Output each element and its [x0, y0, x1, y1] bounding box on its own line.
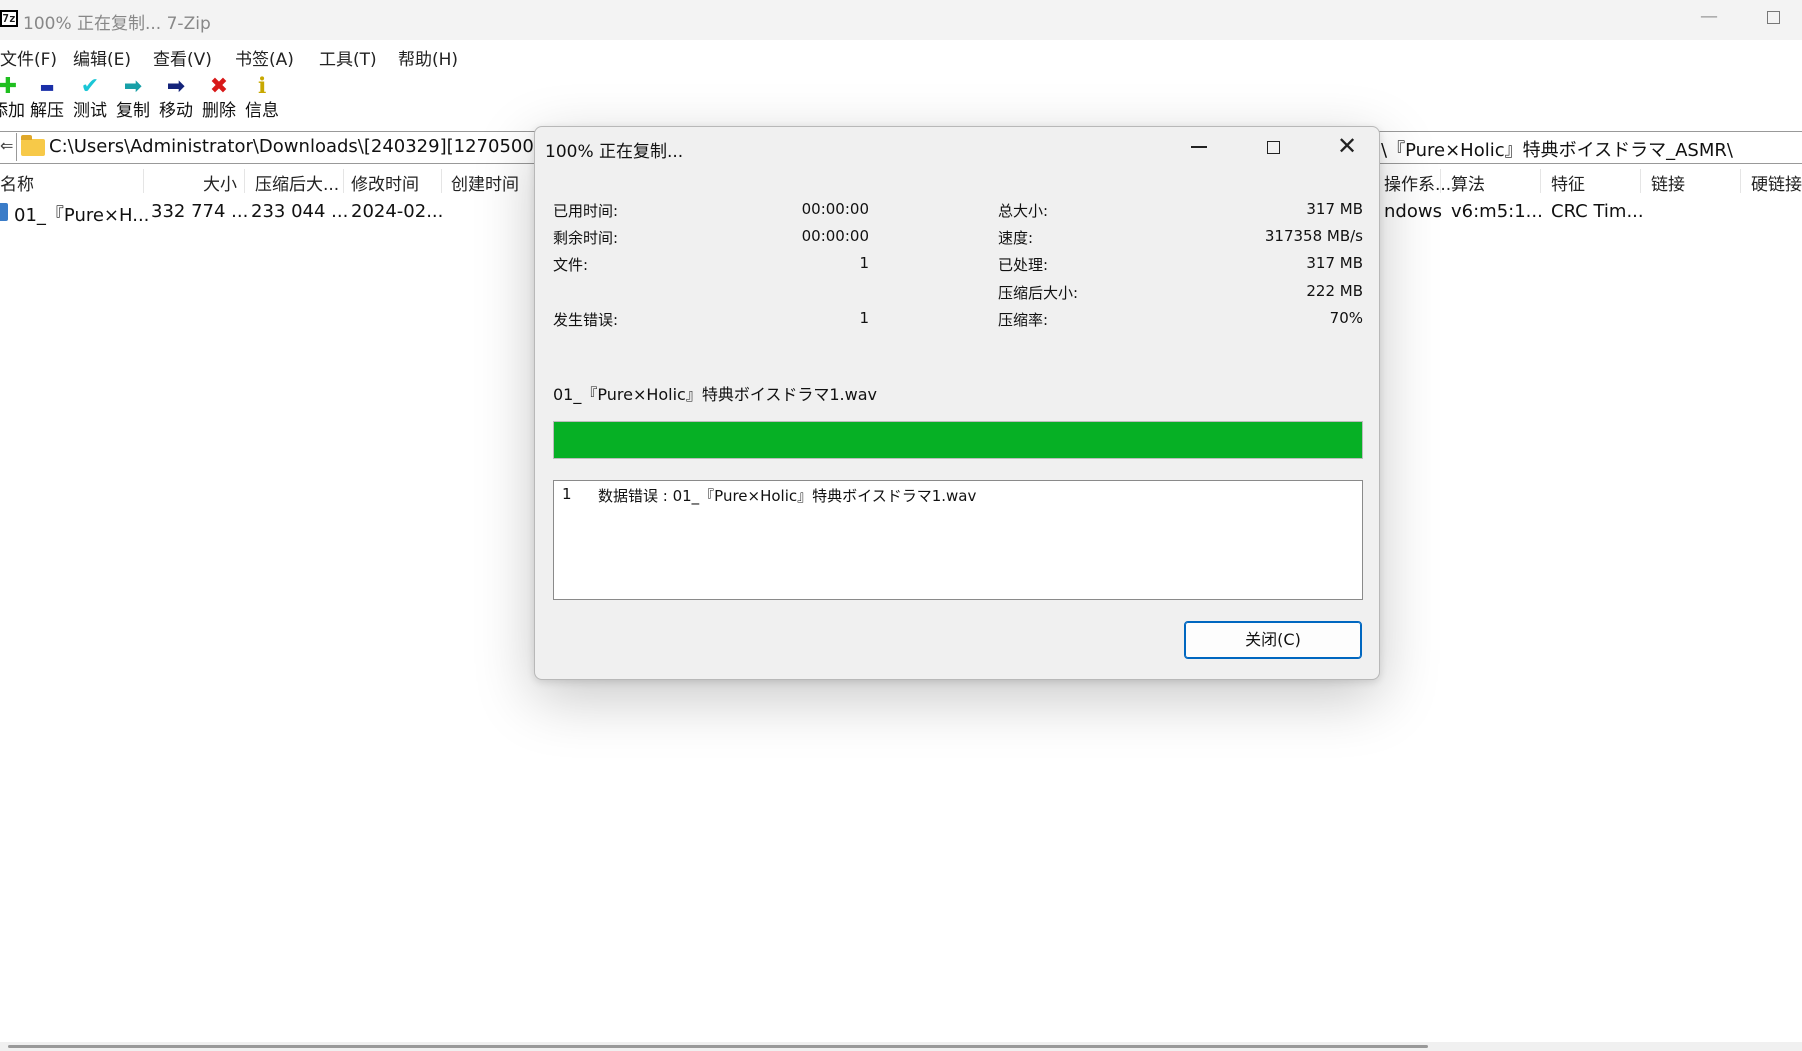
stat-label-remaining: 剩余时间: [553, 229, 619, 247]
cell-characteristics: CRC Tim... [1551, 201, 1644, 222]
column-divider[interactable] [1640, 169, 1641, 193]
column-size[interactable]: 大小 [203, 170, 237, 195]
menu-view[interactable]: 查看(V) [153, 45, 212, 70]
dialog-maximize-button[interactable] [1267, 141, 1280, 154]
copy-progress-dialog: 100% 正在复制... ✕ 已用时间: 00:00:00 剩余时间: 00:0… [534, 126, 1380, 680]
stat-label-processed: 已处理: [998, 256, 1049, 274]
stat-label-elapsed: 已用时间: [553, 202, 619, 220]
test-label: 测试 [73, 101, 107, 121]
error-message: 数据错误 : 01_『Pure×Holic』特典ボイスドラマ1.wav [598, 487, 977, 505]
info-button[interactable]: ℹ 信息 [241, 74, 283, 126]
column-divider[interactable] [1440, 169, 1441, 193]
stat-value-files: 1 [859, 254, 869, 272]
copy-button[interactable]: ➡ 复制 [112, 74, 154, 126]
column-packed[interactable]: 压缩后大... [255, 170, 339, 195]
horizontal-scrollbar[interactable] [0, 1042, 1802, 1051]
copy-arrow-icon: ➡ [123, 74, 143, 99]
current-file-name: 01_『Pure×Holic』特典ボイスドラマ1.wav [553, 385, 877, 404]
column-modified[interactable]: 修改时间 [351, 170, 419, 195]
add-button[interactable]: ✚ 添加 [0, 74, 29, 126]
folder-icon [21, 135, 45, 156]
check-icon: ✔ [80, 74, 100, 99]
column-divider[interactable] [343, 169, 344, 193]
column-name[interactable]: 名称 [0, 170, 34, 195]
menu-help[interactable]: 帮助(H) [398, 45, 458, 70]
window-title: 100% 正在复制... 7-Zip [23, 14, 211, 34]
stat-label-total-size: 总大小: [998, 202, 1049, 220]
stat-label-packed-size: 压缩后大小: [998, 284, 1079, 302]
column-divider[interactable] [143, 169, 144, 193]
column-divider[interactable] [1540, 169, 1541, 193]
progress-bar [553, 421, 1363, 459]
copy-label: 复制 [116, 101, 150, 121]
cell-host-os: ndows [1384, 201, 1442, 222]
column-divider[interactable] [441, 169, 442, 193]
stat-label-files: 文件: [553, 256, 589, 274]
column-characteristics[interactable]: 特征 [1551, 170, 1585, 195]
stat-label-errors: 发生错误: [553, 311, 619, 329]
dialog-title: 100% 正在复制... [545, 142, 684, 162]
minus-icon: ▬ [39, 77, 55, 96]
menu-bar: 文件(F) 编辑(E) 查看(V) 书签(A) 工具(T) 帮助(H) [0, 40, 1802, 73]
column-method[interactable]: 算法 [1451, 170, 1485, 195]
stat-label-speed: 速度: [998, 229, 1034, 247]
audio-file-icon [0, 203, 8, 221]
toolbar: ✚ 添加 ▬ 解压 ✔ 测试 ➡ 复制 ➡ 移动 ✖ 删除 ℹ 信息 [0, 72, 1802, 128]
plus-icon: ✚ [0, 74, 18, 99]
cell-size: 332 774 ... [151, 201, 249, 222]
column-created[interactable]: 创建时间 [451, 170, 519, 195]
minimize-button[interactable]: — [1696, 6, 1722, 30]
maximize-button[interactable] [1767, 11, 1780, 24]
stat-value-errors: 1 [859, 309, 869, 327]
path-text-left: C:\Users\Administrator\Downloads\[240329… [49, 136, 548, 157]
cell-method: v6:m5:1... [1451, 201, 1543, 222]
menu-file[interactable]: 文件(F) [0, 45, 57, 70]
test-button[interactable]: ✔ 测试 [69, 74, 111, 126]
info-icon: ℹ [257, 74, 267, 99]
column-links[interactable]: 链接 [1651, 170, 1685, 195]
up-folder-icon[interactable]: ⇐ [0, 136, 13, 155]
column-divider[interactable] [244, 169, 245, 193]
scrollbar-thumb[interactable] [8, 1045, 1428, 1048]
dialog-titlebar: 100% 正在复制... ✕ [535, 127, 1379, 169]
extract-button[interactable]: ▬ 解压 [26, 74, 68, 126]
info-label: 信息 [245, 101, 279, 121]
stat-value-speed: 317358 MB/s [1264, 227, 1363, 245]
menu-bookmarks[interactable]: 书签(A) [235, 45, 294, 70]
menu-tools[interactable]: 工具(T) [319, 45, 377, 70]
column-hardlinks[interactable]: 硬链接 [1751, 170, 1802, 195]
column-host-os[interactable]: 操作系... [1384, 170, 1451, 195]
stat-value-packed-size: 222 MB [1306, 282, 1363, 300]
delete-x-icon: ✖ [209, 74, 229, 99]
close-button[interactable]: 关闭(C) [1184, 621, 1362, 659]
dialog-minimize-button[interactable] [1191, 146, 1207, 148]
stat-value-ratio: 70% [1329, 309, 1363, 327]
cell-name: 01_『Pure×H... [14, 205, 150, 226]
move-arrow-icon: ➡ [166, 74, 186, 99]
window-titlebar: 7z 100% 正在复制... 7-Zip — [0, 0, 1802, 40]
dialog-close-icon[interactable]: ✕ [1332, 131, 1362, 161]
extract-label: 解压 [30, 101, 64, 121]
add-label: 添加 [0, 101, 25, 121]
app-logo: 7z [0, 10, 18, 27]
stat-value-processed: 317 MB [1306, 254, 1363, 272]
cell-modified: 2024-02... [351, 201, 444, 222]
stat-value-remaining: 00:00:00 [801, 227, 869, 245]
stat-value-elapsed: 00:00:00 [801, 200, 869, 218]
delete-label: 删除 [202, 101, 236, 121]
error-list[interactable]: 1 数据错误 : 01_『Pure×Holic』特典ボイスドラマ1.wav [553, 480, 1363, 600]
move-button[interactable]: ➡ 移动 [155, 74, 197, 126]
error-number: 1 [562, 485, 572, 503]
column-divider[interactable] [1740, 169, 1741, 193]
stat-value-total-size: 317 MB [1306, 200, 1363, 218]
stat-label-ratio: 压缩率: [998, 311, 1049, 329]
menu-edit[interactable]: 编辑(E) [73, 45, 131, 70]
path-text-right: \『Pure×Holic』特典ボイスドラマ_ASMR\ [1381, 140, 1733, 161]
cell-packed: 233 044 ... [251, 201, 349, 222]
progress-fill [554, 422, 1362, 458]
delete-button[interactable]: ✖ 删除 [198, 74, 240, 126]
move-label: 移动 [159, 101, 193, 121]
